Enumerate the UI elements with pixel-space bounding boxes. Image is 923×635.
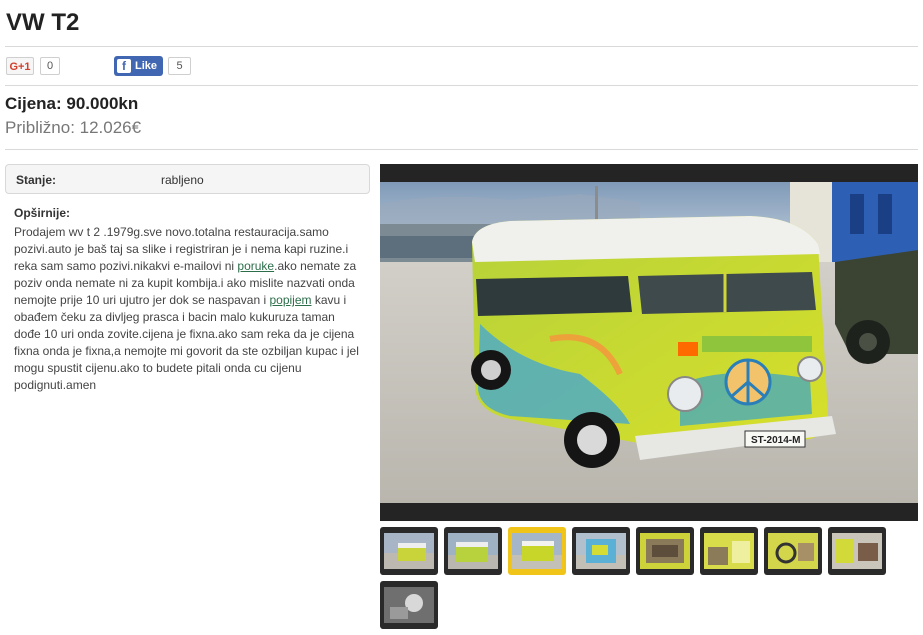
license-plate: ST-2014-M [751,435,800,446]
gallery-thumbnail[interactable] [380,581,438,629]
facebook-like-button[interactable]: f Like [114,56,163,76]
divider [5,149,918,150]
gallery-thumbnail[interactable] [828,527,886,575]
price-approx: Približno: 12.026€ [5,118,142,137]
condition-label: Stanje: [16,173,57,187]
divider [5,46,918,47]
price: Cijena: 90.000kn [5,94,139,113]
thumbnail-image [448,533,498,569]
divider [5,85,918,86]
gallery-thumbnail[interactable] [636,527,694,575]
link-popijem[interactable]: popijem [269,293,311,307]
gallery-thumbnail[interactable] [700,527,758,575]
facebook-like-count: 5 [168,57,191,75]
condition-row: Stanje: rabljeno [5,164,370,194]
facebook-icon: f [117,59,131,73]
gallery-thumbnail-active[interactable] [508,527,566,575]
gallery-thumbnail[interactable] [572,527,630,575]
main-photo[interactable]: ST-2014-M [380,164,918,521]
thumbnail-image [512,533,562,569]
vw-van-photo: ST-2014-M [380,164,918,521]
thumbnail-image [704,533,754,569]
gallery-thumbnail[interactable] [444,527,502,575]
condition-value: rabljeno [161,173,204,187]
thumbnail-image [640,533,690,569]
page-title: VW T2 [6,9,80,36]
description-part: kavu i obađem čeku za divljeg prasca i b… [14,293,359,392]
thumbnail-image [832,533,882,569]
thumbnail-image [576,533,626,569]
description-label: Opširnije: [14,206,71,220]
thumbnail-image [384,587,434,623]
gallery-thumbnail[interactable] [764,527,822,575]
description-text: Prodajem wv t 2 .1979g.sve novo.totalna … [14,224,364,394]
link-poruke[interactable]: poruke [237,259,274,273]
gallery-thumbnail[interactable] [380,527,438,575]
facebook-like-label: Like [135,60,158,72]
gplus-count: 0 [40,57,60,75]
thumbnail-image [768,533,818,569]
gplus-button[interactable]: G+1 [6,57,34,75]
thumbnail-image [384,533,434,569]
